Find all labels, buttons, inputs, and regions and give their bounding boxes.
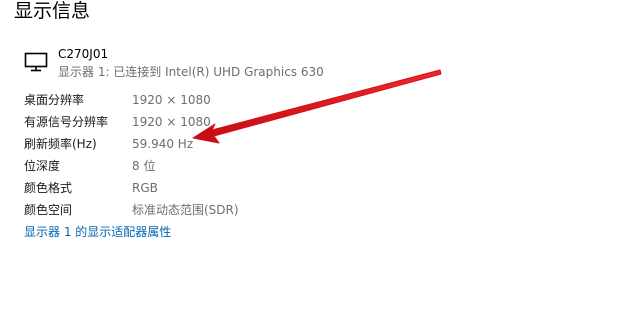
property-value: 1920 × 1080: [132, 93, 211, 107]
property-row-bit-depth: 位深度 8 位: [24, 156, 444, 176]
property-label: 颜色格式: [24, 181, 73, 195]
property-row-active-signal-resolution: 有源信号分辨率 1920 × 1080: [24, 112, 444, 132]
property-label: 刷新频率(Hz): [24, 137, 97, 151]
monitor-icon: [24, 52, 48, 72]
property-value: 1920 × 1080: [132, 115, 211, 129]
property-row-refresh-rate: 刷新频率(Hz) 59.940 Hz: [24, 134, 444, 154]
monitor-info: C270J01 显示器 1: 已连接到 Intel(R) UHD Graphic…: [24, 46, 444, 86]
property-label: 颜色空间: [24, 203, 73, 217]
page-title: 显示信息: [14, 0, 91, 22]
display-info-page: 显示信息 C270J01 显示器 1: 已连接到 Intel(R) UHD Gr…: [0, 0, 620, 309]
property-label: 桌面分辨率: [24, 93, 85, 107]
property-value: 59.940 Hz: [132, 137, 194, 151]
property-value: 标准动态范围(SDR): [132, 203, 239, 217]
property-label: 有源信号分辨率: [24, 115, 109, 129]
property-row-color-format: 颜色格式 RGB: [24, 178, 444, 198]
property-row-color-space: 颜色空间 标准动态范围(SDR): [24, 200, 444, 220]
property-value: 8 位: [132, 159, 156, 173]
property-label: 位深度: [24, 159, 61, 173]
property-row-desktop-resolution: 桌面分辨率 1920 × 1080: [24, 90, 444, 110]
monitor-connection: 显示器 1: 已连接到 Intel(R) UHD Graphics 630: [58, 65, 324, 79]
display-adapter-properties-link[interactable]: 显示器 1 的显示适配器属性: [24, 224, 171, 240]
property-value: RGB: [132, 181, 158, 195]
monitor-name: C270J01: [58, 47, 109, 61]
